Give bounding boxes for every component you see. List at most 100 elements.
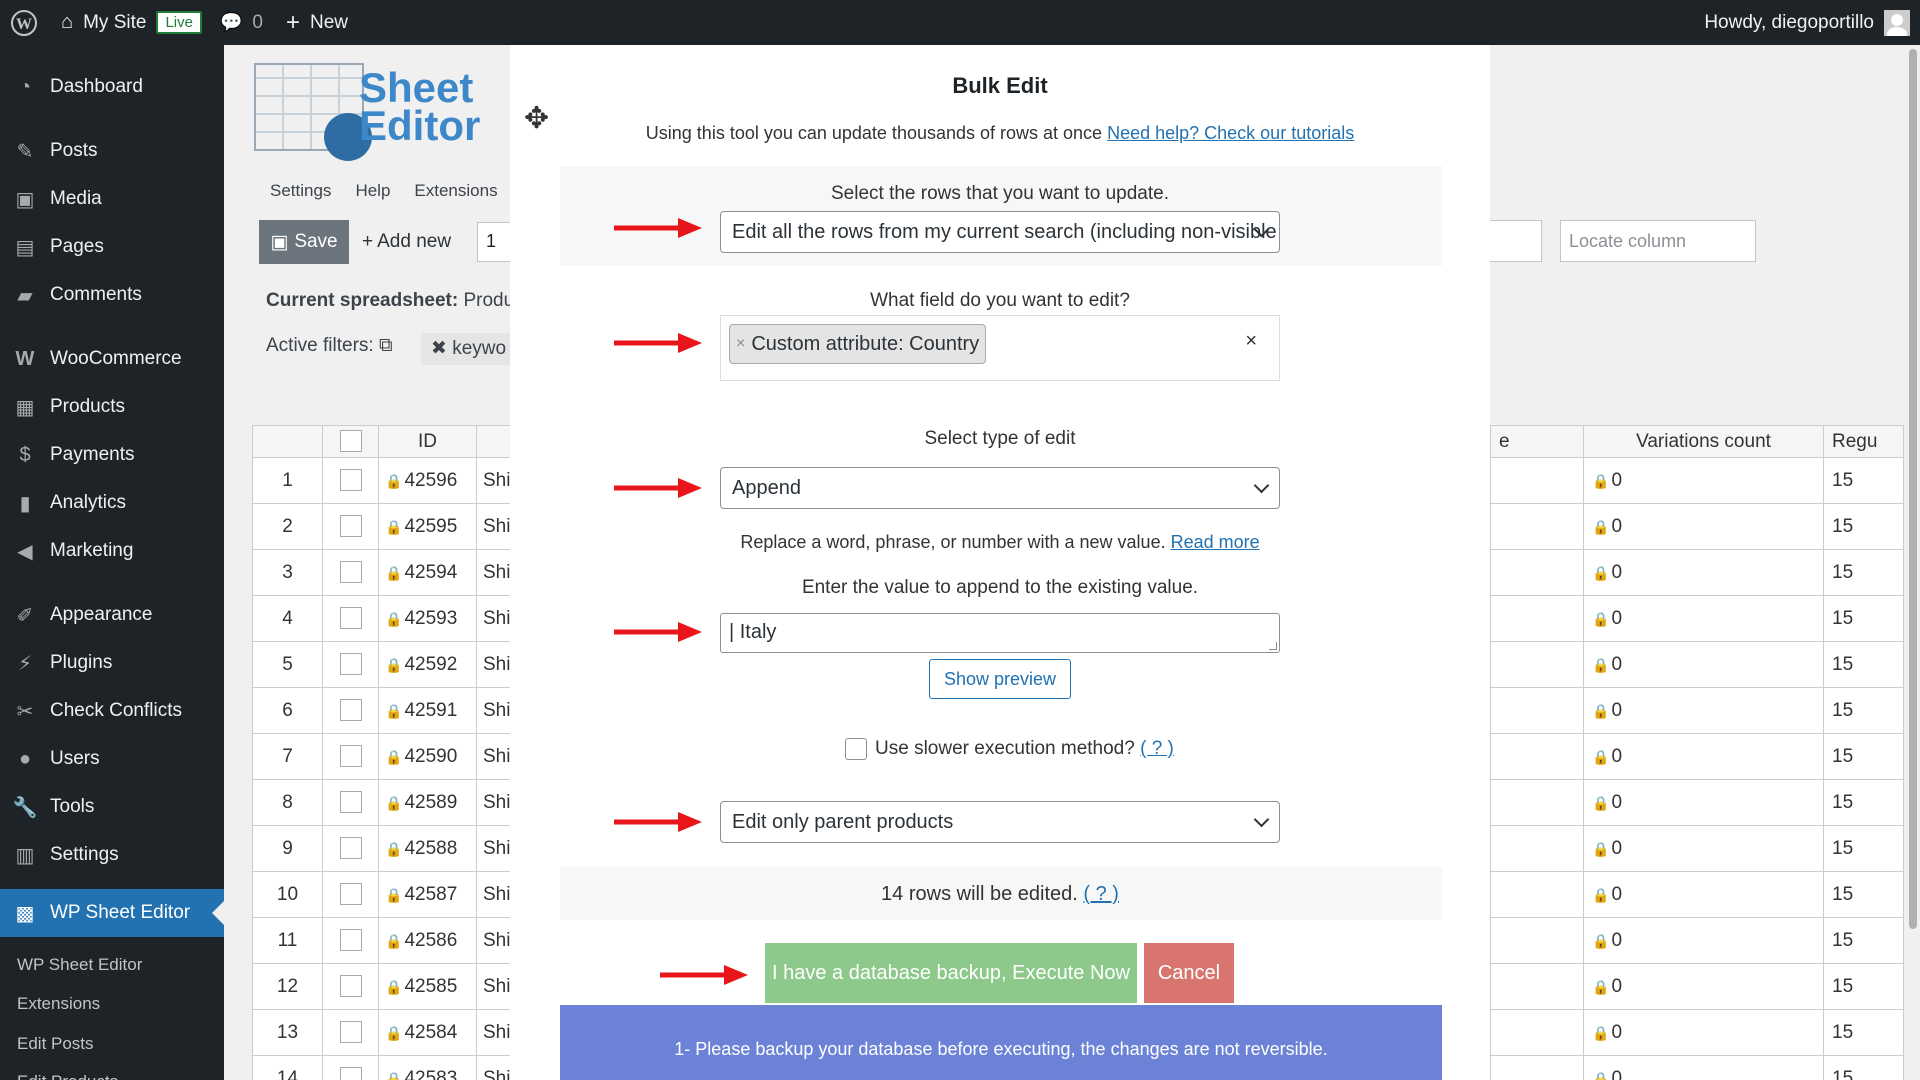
row-checkbox[interactable] bbox=[339, 699, 362, 722]
save-button[interactable]: ▣ Save bbox=[259, 220, 349, 264]
account-menu[interactable]: Howdy, diegoportillo bbox=[1704, 9, 1920, 36]
menu-settings[interactable]: Settings bbox=[270, 181, 331, 201]
table-row[interactable]: 142596Shi bbox=[252, 457, 518, 504]
row-checkbox[interactable] bbox=[339, 469, 362, 492]
sidebar-item-dashboard[interactable]: ◔ Dashboard bbox=[0, 63, 224, 111]
cell[interactable] bbox=[1490, 1009, 1584, 1056]
cell[interactable] bbox=[1490, 549, 1584, 596]
row-checkbox[interactable] bbox=[339, 1067, 362, 1080]
regular-price-cell[interactable]: 15 bbox=[1823, 733, 1904, 780]
sidebar-item-pages[interactable]: ▤ Pages bbox=[0, 223, 224, 271]
cell[interactable] bbox=[1490, 595, 1584, 642]
row-checkbox[interactable] bbox=[339, 515, 362, 538]
cancel-button[interactable]: Cancel bbox=[1144, 943, 1234, 1003]
sidebar-item-analytics[interactable]: ▮ Analytics bbox=[0, 479, 224, 527]
regular-price-cell[interactable]: 15 bbox=[1823, 825, 1904, 872]
table-row[interactable]: 015 bbox=[1490, 503, 1904, 550]
show-preview-button[interactable]: Show preview bbox=[929, 659, 1071, 699]
products-scope-select[interactable]: Edit only parent products bbox=[720, 801, 1280, 843]
regular-price-cell[interactable]: 15 bbox=[1823, 687, 1904, 734]
regular-price-cell[interactable]: 15 bbox=[1823, 871, 1904, 918]
clear-icon[interactable]: × bbox=[1245, 330, 1257, 353]
table-row[interactable]: 842589Shi bbox=[252, 779, 518, 826]
cell[interactable] bbox=[1490, 871, 1584, 918]
slower-execution-checkbox[interactable] bbox=[845, 738, 867, 760]
regular-price-cell[interactable]: 15 bbox=[1823, 595, 1904, 642]
regular-price-cell[interactable]: 15 bbox=[1823, 457, 1904, 504]
sidebar-item-users[interactable]: ● Users bbox=[0, 735, 224, 783]
row-checkbox[interactable] bbox=[339, 1021, 362, 1044]
sidebar-item-marketing[interactable]: ◀ Marketing bbox=[0, 527, 224, 575]
row-checkbox[interactable] bbox=[339, 837, 362, 860]
execute-now-button[interactable]: I have a database backup, Execute Now bbox=[765, 943, 1137, 1003]
row-checkbox[interactable] bbox=[339, 975, 362, 998]
regular-price-cell[interactable]: 15 bbox=[1823, 779, 1904, 826]
regular-price-cell[interactable]: 15 bbox=[1823, 963, 1904, 1010]
row-checkbox[interactable] bbox=[339, 607, 362, 630]
page-scrollbar[interactable] bbox=[1906, 45, 1920, 1080]
field-select[interactable]: × Custom attribute: Country × bbox=[720, 315, 1280, 381]
cell[interactable] bbox=[1490, 733, 1584, 780]
regular-price-cell[interactable]: 15 bbox=[1823, 1055, 1904, 1080]
comments-menu[interactable]: 💬 0 bbox=[211, 0, 272, 45]
table-row[interactable]: 015 bbox=[1490, 595, 1904, 642]
cell[interactable] bbox=[1490, 1055, 1584, 1080]
table-row[interactable]: 015 bbox=[1490, 917, 1904, 964]
sidebar-item-products[interactable]: ▦ Products bbox=[0, 383, 224, 431]
table-row[interactable]: 015 bbox=[1490, 1009, 1904, 1056]
filter-chip[interactable]: ✖ keywo bbox=[421, 333, 517, 365]
row-checkbox[interactable] bbox=[339, 561, 362, 584]
row-checkbox[interactable] bbox=[339, 791, 362, 814]
table-row[interactable]: 442593Shi bbox=[252, 595, 518, 642]
table-row[interactable]: 742590Shi bbox=[252, 733, 518, 780]
new-menu[interactable]: + New bbox=[272, 0, 357, 45]
submenu-extensions[interactable]: Extensions bbox=[17, 994, 100, 1014]
copy-icon[interactable]: ⧉ bbox=[379, 335, 393, 356]
table-row[interactable]: 015 bbox=[1490, 549, 1904, 596]
menu-extensions[interactable]: Extensions bbox=[414, 181, 497, 201]
cell[interactable] bbox=[1490, 503, 1584, 550]
rows-select[interactable]: Edit all the rows from my current search… bbox=[720, 211, 1280, 253]
wordpress-logo-icon[interactable]: W bbox=[0, 0, 47, 45]
table-row[interactable]: 015 bbox=[1490, 963, 1904, 1010]
table-row[interactable]: 642591Shi bbox=[252, 687, 518, 734]
cell[interactable] bbox=[1490, 779, 1584, 826]
submenu-wp-sheet-editor[interactable]: WP Sheet Editor bbox=[17, 955, 142, 975]
table-row[interactable]: 015 bbox=[1490, 457, 1904, 504]
table-row[interactable]: 542592Shi bbox=[252, 641, 518, 688]
sidebar-item-settings[interactable]: ▥ Settings bbox=[0, 831, 224, 879]
slower-help-link[interactable]: ( ? ) bbox=[1140, 738, 1174, 760]
site-menu[interactable]: ⌂ My Site Live bbox=[47, 0, 211, 45]
table-row[interactable]: 942588Shi bbox=[252, 825, 518, 872]
cell[interactable] bbox=[1490, 457, 1584, 504]
resize-handle[interactable] bbox=[1269, 642, 1277, 650]
row-checkbox[interactable] bbox=[339, 929, 362, 952]
menu-help[interactable]: Help bbox=[355, 181, 390, 201]
sidebar-item-plugins[interactable]: ⚡ Plugins bbox=[0, 639, 224, 687]
regular-price-cell[interactable]: 15 bbox=[1823, 1009, 1904, 1056]
regular-price-cell[interactable]: 15 bbox=[1823, 549, 1904, 596]
sidebar-item-wp-sheet-editor[interactable]: ▩ WP Sheet Editor bbox=[0, 889, 224, 937]
sidebar-item-tools[interactable]: 🔧 Tools bbox=[0, 783, 224, 831]
table-row[interactable]: 015 bbox=[1490, 733, 1904, 780]
close-icon[interactable]: ✖ bbox=[431, 338, 447, 359]
sidebar-item-media[interactable]: ▣ Media bbox=[0, 175, 224, 223]
remove-tag-icon[interactable]: × bbox=[736, 335, 745, 353]
regular-price-cell[interactable]: 15 bbox=[1823, 641, 1904, 688]
locate-column-input[interactable]: Locate column bbox=[1560, 220, 1756, 262]
add-new-button[interactable]: + Add new bbox=[362, 220, 451, 264]
rows-help-link[interactable]: ( ? ) bbox=[1083, 883, 1119, 905]
cell[interactable] bbox=[1490, 917, 1584, 964]
row-checkbox[interactable] bbox=[339, 883, 362, 906]
row-checkbox[interactable] bbox=[339, 745, 362, 768]
table-row[interactable]: 015 bbox=[1490, 779, 1904, 826]
sidebar-item-check-conflicts[interactable]: ✂ Check Conflicts bbox=[0, 687, 224, 735]
read-more-link[interactable]: Read more bbox=[1171, 532, 1260, 552]
cell[interactable] bbox=[1490, 963, 1584, 1010]
sidebar-item-payments[interactable]: $ Payments bbox=[0, 431, 224, 479]
table-row[interactable]: 1042587Shi bbox=[252, 871, 518, 918]
cell[interactable] bbox=[1490, 687, 1584, 734]
table-row[interactable]: 015 bbox=[1490, 641, 1904, 688]
value-input[interactable]: | Italy bbox=[720, 613, 1280, 653]
cell[interactable] bbox=[1490, 641, 1584, 688]
